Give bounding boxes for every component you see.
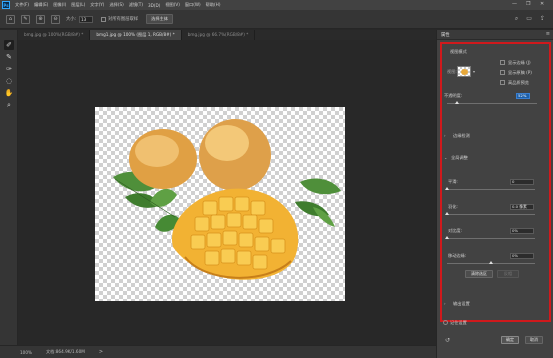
show-edge-label: 显示边缘 (J) [508,60,531,65]
close-button[interactable]: ✕ [540,1,544,7]
status-menu-arrow-icon[interactable]: > [99,349,103,355]
menu-edit[interactable]: 编辑(E) [34,2,48,8]
view-mode-heading: 视图模式 [450,49,467,54]
menu-window[interactable]: 窗口(W) [185,2,201,8]
chevron-down-icon[interactable]: ▾ [473,69,475,74]
edge-detection-section[interactable]: 边缘检测 [453,133,470,139]
contrast-label: 对比度: [448,228,462,233]
size-label: 大小: [66,17,77,22]
show-edge-checkbox[interactable] [500,60,505,65]
show-original-checkbox[interactable] [500,70,505,75]
lasso-tool-icon[interactable]: ◌ [4,76,14,86]
search-icon[interactable]: ⌕ [515,15,518,23]
menu-bar: Ps 文件(F) 编辑(E) 图像(I) 图层(L) 文字(Y) 选择(S) 滤… [0,0,553,10]
select-subject-button[interactable]: 选择主体 [146,14,173,24]
mango-image [113,119,341,280]
remember-settings-label: 记住设置 [450,320,467,325]
sample-all-layers-label: 对所有图层取样 [108,17,139,22]
options-right-icons: ⌕ ▭ ⇪ [515,15,545,23]
menu-file[interactable]: 文件(F) [15,2,29,8]
tab-bmg[interactable]: bmg.jpg @ 100%(RGB/8#) * [18,30,91,40]
photoshop-window: Ps 文件(F) 编辑(E) 图像(I) 图层(L) 文字(Y) 选择(S) 滤… [0,0,553,358]
size-input[interactable]: 13 [79,15,94,23]
shift-edge-slider-thumb[interactable] [489,261,493,264]
tab-bmg-66[interactable]: bmg.jpg @ 66.7%(RGB/8#) * [182,30,256,40]
hq-preview-checkbox[interactable] [500,80,505,85]
brush-tool-icon[interactable]: ✑ [4,64,14,74]
status-bar: 100% 文档:864.9K/1.60M > [0,345,436,358]
invert-button[interactable]: 反相 [497,270,519,278]
photoshop-logo-icon: Ps [2,1,10,9]
maximize-button[interactable]: ❐ [526,1,530,7]
share-icon[interactable]: ⇪ [540,15,545,23]
panel-header: 属性 ≡ [437,30,553,40]
refine-edge-brush-tool-icon[interactable]: ✎ [4,52,14,62]
view-label: 视图: [447,69,457,74]
output-settings-chevron-icon[interactable]: › [444,301,446,306]
smooth-slider-track[interactable] [447,189,535,190]
ok-button[interactable]: 确定 [501,336,519,344]
canvas-area[interactable] [18,40,436,345]
feather-slider-track[interactable] [447,214,535,215]
opacity-input[interactable]: 52% [516,93,530,99]
menu-filter[interactable]: 滤镜(T) [129,2,143,8]
contrast-input[interactable]: 0% [510,228,534,234]
opacity-slider-track[interactable] [447,103,537,104]
edge-detection-chevron-icon[interactable]: › [444,133,446,138]
minimize-button[interactable]: — [512,1,517,7]
menu-select[interactable]: 选择(S) [109,2,123,8]
feather-input[interactable]: 0.0 像素 [510,204,534,210]
menu-help[interactable]: 帮助(H) [206,2,221,8]
hand-tool-icon[interactable]: ✋ [4,88,14,98]
hq-preview-label: 高品质预览 [508,80,529,85]
workspace-icon[interactable]: ▭ [526,15,532,23]
reset-icon[interactable]: ↺ [445,337,450,344]
document-tabs: bmg.jpg @ 100%(RGB/8#) * bmg1.jpg @ 100%… [18,30,436,40]
brush-preset-icon[interactable]: ✎ [21,14,30,24]
menu-type[interactable]: 文字(Y) [90,2,104,8]
zoom-level[interactable]: 100% [20,350,32,355]
smooth-slider-thumb[interactable] [445,187,449,190]
shift-edge-label: 移动边缘: [448,253,467,258]
contrast-slider-track[interactable] [447,238,535,239]
view-mode-thumbnail[interactable] [457,66,471,77]
panel-menu-icon[interactable]: ≡ [546,31,550,37]
output-settings-section[interactable]: 输出设置 [453,301,470,307]
opacity-slider-thumb[interactable] [455,101,459,104]
shift-edge-input[interactable]: 0% [510,253,534,259]
global-refine-section[interactable]: 全局调整 [451,155,468,161]
menu-layer[interactable]: 图层(L) [71,2,85,8]
properties-panel: 属性 ≡ 视图模式 视图: ▾ 显示边缘 (J) 显示原稿 (P) 高品质预览 … [436,30,553,358]
tools-panel: ✐ ✎ ✑ ◌ ✋ ⌕ [0,30,18,345]
opacity-label: 不透明度: [444,93,463,98]
menu-3d[interactable]: 3D(D) [148,3,160,8]
home-icon[interactable]: ⌂ [6,14,15,24]
options-bar: ⌂ ✎ ⊕ ⊖ 大小: 13 对所有图层取样 选择主体 ⌕ ▭ ⇪ [0,10,553,29]
panel-title: 属性 [441,33,450,38]
cancel-button[interactable]: 取消 [525,336,543,344]
add-to-selection-icon[interactable]: ⊕ [36,14,45,24]
feather-slider-thumb[interactable] [445,212,449,215]
menu-image[interactable]: 图像(I) [53,2,66,8]
smooth-label: 平滑: [448,179,458,184]
sample-all-layers-checkbox[interactable] [101,16,107,22]
document-info: 文档:864.9K/1.60M [45,349,85,354]
show-original-label: 显示原稿 (P) [508,70,532,75]
view-thumb-preview-icon [461,69,468,75]
clear-selection-button[interactable]: 清除选区 [465,270,493,278]
document-canvas[interactable] [95,107,345,301]
menu-view[interactable]: 视图(V) [165,2,180,8]
smooth-input[interactable]: 0 [510,179,534,185]
contrast-slider-thumb[interactable] [445,236,449,239]
remember-settings-checkbox[interactable] [443,320,448,325]
global-refine-chevron-icon[interactable]: ⌄ [444,155,447,160]
subtract-from-selection-icon[interactable]: ⊖ [51,14,60,24]
quick-selection-tool-icon[interactable]: ✐ [4,40,14,50]
tab-bmg1[interactable]: bmg1.jpg @ 100% (图层 1, RGB/8#) * [90,30,182,40]
feather-label: 羽化: [448,204,458,209]
zoom-tool-icon[interactable]: ⌕ [4,100,14,110]
